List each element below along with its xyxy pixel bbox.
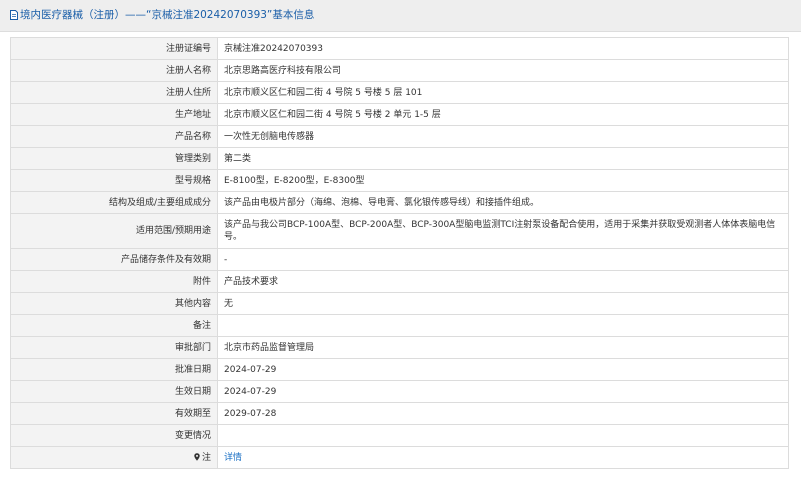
page-title: 境内医疗器械（注册）——“京械注准20242070393”基本信息 <box>20 9 315 21</box>
row-label: 注册人住所 <box>10 81 218 104</box>
row-value: 该产品与我公司BCP-100A型、BCP-200A型、BCP-300A型脑电监测… <box>217 213 789 249</box>
row-label: 注册证编号 <box>10 37 218 60</box>
row-label-note: 注 <box>10 446 218 469</box>
row-value: 产品技术要求 <box>217 270 789 293</box>
info-table: 注册证编号 京械注准20242070393 注册人名称 北京思路高医疗科技有限公… <box>10 37 789 469</box>
table-row-other: 其他内容 无 <box>10 292 789 315</box>
location-pin-icon <box>194 452 200 461</box>
table-row-effective-date: 生效日期 2024-07-29 <box>10 380 789 403</box>
table-row-registrant-address: 注册人住所 北京市顺义区仁和园二街 4 号院 5 号楼 5 层 101 <box>10 81 789 104</box>
row-value: 2024-07-29 <box>217 358 789 381</box>
table-row-management-class: 管理类别 第二类 <box>10 147 789 170</box>
table-row-attachment: 附件 产品技术要求 <box>10 270 789 293</box>
row-label: 生产地址 <box>10 103 218 126</box>
row-value: 北京市药品监督管理局 <box>217 336 789 359</box>
table-row-changes: 变更情况 <box>10 424 789 447</box>
row-label: 结构及组成/主要组成成分 <box>10 191 218 214</box>
row-label: 生效日期 <box>10 380 218 403</box>
row-value: 无 <box>217 292 789 315</box>
row-value: - <box>217 248 789 271</box>
row-value: 2024-07-29 <box>217 380 789 403</box>
page-header: 境内医疗器械（注册）——“京械注准20242070393”基本信息 <box>0 0 801 32</box>
table-row-production-address: 生产地址 北京市顺义区仁和园二街 4 号院 5 号楼 2 单元 1-5 层 <box>10 103 789 126</box>
table-row-intended-use: 适用范围/预期用途 该产品与我公司BCP-100A型、BCP-200A型、BCP… <box>10 213 789 249</box>
table-row-approval-dept: 审批部门 北京市药品监督管理局 <box>10 336 789 359</box>
row-value: 北京市顺义区仁和园二街 4 号院 5 号楼 2 单元 1-5 层 <box>217 103 789 126</box>
row-value: E-8100型，E-8200型，E-8300型 <box>217 169 789 192</box>
document-icon <box>10 10 18 20</box>
row-label: 产品名称 <box>10 125 218 148</box>
row-value: 2029-07-28 <box>217 402 789 425</box>
row-label: 审批部门 <box>10 336 218 359</box>
row-label: 批准日期 <box>10 358 218 381</box>
table-row-approval-date: 批准日期 2024-07-29 <box>10 358 789 381</box>
table-row-product-name: 产品名称 一次性无创脑电传感器 <box>10 125 789 148</box>
table-row-model-spec: 型号规格 E-8100型，E-8200型，E-8300型 <box>10 169 789 192</box>
table-row-valid-until: 有效期至 2029-07-28 <box>10 402 789 425</box>
table-row-storage: 产品储存条件及有效期 - <box>10 248 789 271</box>
note-label: 注 <box>201 452 211 463</box>
row-label: 附件 <box>10 270 218 293</box>
table-row-reg-no: 注册证编号 京械注准20242070393 <box>10 37 789 60</box>
row-label: 有效期至 <box>10 402 218 425</box>
table-row-note: 注 详情 <box>10 446 789 469</box>
row-value: 一次性无创脑电传感器 <box>217 125 789 148</box>
row-label: 备注 <box>10 314 218 337</box>
row-value: 北京思路高医疗科技有限公司 <box>217 59 789 82</box>
row-value: 北京市顺义区仁和园二街 4 号院 5 号楼 5 层 101 <box>217 81 789 104</box>
row-label: 适用范围/预期用途 <box>10 213 218 249</box>
table-row-registrant-name: 注册人名称 北京思路高医疗科技有限公司 <box>10 59 789 82</box>
table-row-remarks: 备注 <box>10 314 789 337</box>
row-label: 注册人名称 <box>10 59 218 82</box>
row-label: 管理类别 <box>10 147 218 170</box>
row-label: 型号规格 <box>10 169 218 192</box>
row-label: 变更情况 <box>10 424 218 447</box>
row-value <box>217 424 789 447</box>
row-label: 其他内容 <box>10 292 218 315</box>
table-row-structure: 结构及组成/主要组成成分 该产品由电极片部分（海绵、泡棉、导电膏、氯化银传感导线… <box>10 191 789 214</box>
row-label: 产品储存条件及有效期 <box>10 248 218 271</box>
row-value: 第二类 <box>217 147 789 170</box>
row-value: 详情 <box>217 446 789 469</box>
row-value: 该产品由电极片部分（海绵、泡棉、导电膏、氯化银传感导线）和接插件组成。 <box>217 191 789 214</box>
row-value: 京械注准20242070393 <box>217 37 789 60</box>
details-link[interactable]: 详情 <box>224 453 242 463</box>
row-value <box>217 314 789 337</box>
